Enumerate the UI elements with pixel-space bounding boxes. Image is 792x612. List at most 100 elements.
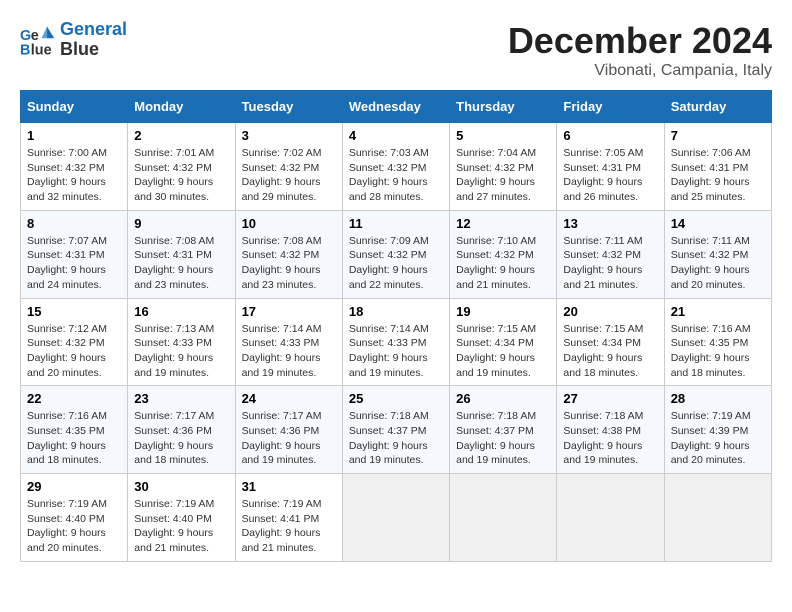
day-info: Sunrise: 7:19 AMSunset: 4:40 PMDaylight:…	[134, 498, 214, 554]
day-info: Sunrise: 7:15 AMSunset: 4:34 PMDaylight:…	[563, 323, 643, 379]
calendar-cell: 7 Sunrise: 7:06 AMSunset: 4:31 PMDayligh…	[664, 123, 771, 211]
calendar-row: 29 Sunrise: 7:19 AMSunset: 4:40 PMDaylig…	[21, 474, 772, 562]
day-number: 6	[563, 128, 657, 143]
day-info: Sunrise: 7:15 AMSunset: 4:34 PMDaylight:…	[456, 323, 536, 379]
day-number: 25	[349, 391, 443, 406]
day-info: Sunrise: 7:18 AMSunset: 4:37 PMDaylight:…	[456, 410, 536, 466]
day-info: Sunrise: 7:17 AMSunset: 4:36 PMDaylight:…	[242, 410, 322, 466]
day-info: Sunrise: 7:18 AMSunset: 4:38 PMDaylight:…	[563, 410, 643, 466]
calendar-cell: 21 Sunrise: 7:16 AMSunset: 4:35 PMDaylig…	[664, 298, 771, 386]
day-number: 31	[242, 479, 336, 494]
calendar-cell: 1 Sunrise: 7:00 AMSunset: 4:32 PMDayligh…	[21, 123, 128, 211]
day-info: Sunrise: 7:16 AMSunset: 4:35 PMDaylight:…	[671, 323, 751, 379]
col-thursday: Thursday	[450, 91, 557, 123]
day-info: Sunrise: 7:11 AMSunset: 4:32 PMDaylight:…	[671, 235, 750, 291]
day-info: Sunrise: 7:19 AMSunset: 4:39 PMDaylight:…	[671, 410, 751, 466]
col-wednesday: Wednesday	[342, 91, 449, 123]
day-number: 29	[27, 479, 121, 494]
day-number: 16	[134, 304, 228, 319]
day-number: 22	[27, 391, 121, 406]
day-number: 28	[671, 391, 765, 406]
title-block: December 2024 Vibonati, Campania, Italy	[508, 20, 772, 80]
day-number: 2	[134, 128, 228, 143]
day-info: Sunrise: 7:17 AMSunset: 4:36 PMDaylight:…	[134, 410, 214, 466]
calendar-cell	[342, 474, 449, 562]
logo-text: General Blue	[60, 20, 127, 60]
day-number: 18	[349, 304, 443, 319]
day-info: Sunrise: 7:10 AMSunset: 4:32 PMDaylight:…	[456, 235, 536, 291]
day-info: Sunrise: 7:08 AMSunset: 4:32 PMDaylight:…	[242, 235, 322, 291]
day-number: 27	[563, 391, 657, 406]
day-info: Sunrise: 7:19 AMSunset: 4:40 PMDaylight:…	[27, 498, 107, 554]
day-number: 13	[563, 216, 657, 231]
calendar-row: 8 Sunrise: 7:07 AMSunset: 4:31 PMDayligh…	[21, 210, 772, 298]
day-info: Sunrise: 7:11 AMSunset: 4:32 PMDaylight:…	[563, 235, 642, 291]
day-number: 24	[242, 391, 336, 406]
day-number: 26	[456, 391, 550, 406]
calendar-cell: 13 Sunrise: 7:11 AMSunset: 4:32 PMDaylig…	[557, 210, 664, 298]
col-friday: Friday	[557, 91, 664, 123]
day-info: Sunrise: 7:14 AMSunset: 4:33 PMDaylight:…	[349, 323, 429, 379]
day-number: 23	[134, 391, 228, 406]
month-title: December 2024	[508, 20, 772, 62]
calendar-cell: 19 Sunrise: 7:15 AMSunset: 4:34 PMDaylig…	[450, 298, 557, 386]
day-number: 8	[27, 216, 121, 231]
col-sunday: Sunday	[21, 91, 128, 123]
day-info: Sunrise: 7:18 AMSunset: 4:37 PMDaylight:…	[349, 410, 429, 466]
day-info: Sunrise: 7:04 AMSunset: 4:32 PMDaylight:…	[456, 147, 536, 203]
calendar-cell: 28 Sunrise: 7:19 AMSunset: 4:39 PMDaylig…	[664, 386, 771, 474]
day-number: 30	[134, 479, 228, 494]
calendar-cell: 10 Sunrise: 7:08 AMSunset: 4:32 PMDaylig…	[235, 210, 342, 298]
col-tuesday: Tuesday	[235, 91, 342, 123]
day-number: 15	[27, 304, 121, 319]
calendar-cell: 6 Sunrise: 7:05 AMSunset: 4:31 PMDayligh…	[557, 123, 664, 211]
svg-text:lue: lue	[31, 42, 52, 58]
calendar-cell	[557, 474, 664, 562]
calendar-cell: 31 Sunrise: 7:19 AMSunset: 4:41 PMDaylig…	[235, 474, 342, 562]
col-monday: Monday	[128, 91, 235, 123]
calendar-cell: 18 Sunrise: 7:14 AMSunset: 4:33 PMDaylig…	[342, 298, 449, 386]
day-number: 20	[563, 304, 657, 319]
page-header: G e B lue General Blue December 2024 Vib…	[20, 20, 772, 80]
calendar-cell: 24 Sunrise: 7:17 AMSunset: 4:36 PMDaylig…	[235, 386, 342, 474]
day-number: 3	[242, 128, 336, 143]
day-info: Sunrise: 7:02 AMSunset: 4:32 PMDaylight:…	[242, 147, 322, 203]
calendar-cell: 27 Sunrise: 7:18 AMSunset: 4:38 PMDaylig…	[557, 386, 664, 474]
day-info: Sunrise: 7:14 AMSunset: 4:33 PMDaylight:…	[242, 323, 322, 379]
day-info: Sunrise: 7:19 AMSunset: 4:41 PMDaylight:…	[242, 498, 322, 554]
day-info: Sunrise: 7:05 AMSunset: 4:31 PMDaylight:…	[563, 147, 643, 203]
svg-text:B: B	[20, 42, 30, 58]
calendar-cell: 29 Sunrise: 7:19 AMSunset: 4:40 PMDaylig…	[21, 474, 128, 562]
day-number: 9	[134, 216, 228, 231]
calendar-cell: 4 Sunrise: 7:03 AMSunset: 4:32 PMDayligh…	[342, 123, 449, 211]
day-number: 1	[27, 128, 121, 143]
calendar-cell: 15 Sunrise: 7:12 AMSunset: 4:32 PMDaylig…	[21, 298, 128, 386]
day-number: 4	[349, 128, 443, 143]
calendar-cell: 30 Sunrise: 7:19 AMSunset: 4:40 PMDaylig…	[128, 474, 235, 562]
calendar-row: 1 Sunrise: 7:00 AMSunset: 4:32 PMDayligh…	[21, 123, 772, 211]
calendar-cell: 8 Sunrise: 7:07 AMSunset: 4:31 PMDayligh…	[21, 210, 128, 298]
day-info: Sunrise: 7:06 AMSunset: 4:31 PMDaylight:…	[671, 147, 751, 203]
calendar-cell: 12 Sunrise: 7:10 AMSunset: 4:32 PMDaylig…	[450, 210, 557, 298]
calendar-cell	[450, 474, 557, 562]
calendar-cell: 2 Sunrise: 7:01 AMSunset: 4:32 PMDayligh…	[128, 123, 235, 211]
day-number: 5	[456, 128, 550, 143]
day-number: 11	[349, 216, 443, 231]
logo-icon: G e B lue	[20, 22, 56, 58]
day-number: 19	[456, 304, 550, 319]
day-number: 7	[671, 128, 765, 143]
day-info: Sunrise: 7:03 AMSunset: 4:32 PMDaylight:…	[349, 147, 429, 203]
calendar-cell: 11 Sunrise: 7:09 AMSunset: 4:32 PMDaylig…	[342, 210, 449, 298]
calendar-row: 22 Sunrise: 7:16 AMSunset: 4:35 PMDaylig…	[21, 386, 772, 474]
day-number: 21	[671, 304, 765, 319]
day-number: 17	[242, 304, 336, 319]
day-info: Sunrise: 7:13 AMSunset: 4:33 PMDaylight:…	[134, 323, 214, 379]
calendar-cell: 23 Sunrise: 7:17 AMSunset: 4:36 PMDaylig…	[128, 386, 235, 474]
calendar-cell: 22 Sunrise: 7:16 AMSunset: 4:35 PMDaylig…	[21, 386, 128, 474]
day-info: Sunrise: 7:09 AMSunset: 4:32 PMDaylight:…	[349, 235, 429, 291]
col-saturday: Saturday	[664, 91, 771, 123]
calendar-cell	[664, 474, 771, 562]
calendar-header-row: Sunday Monday Tuesday Wednesday Thursday…	[21, 91, 772, 123]
calendar-row: 15 Sunrise: 7:12 AMSunset: 4:32 PMDaylig…	[21, 298, 772, 386]
location-subtitle: Vibonati, Campania, Italy	[508, 62, 772, 80]
